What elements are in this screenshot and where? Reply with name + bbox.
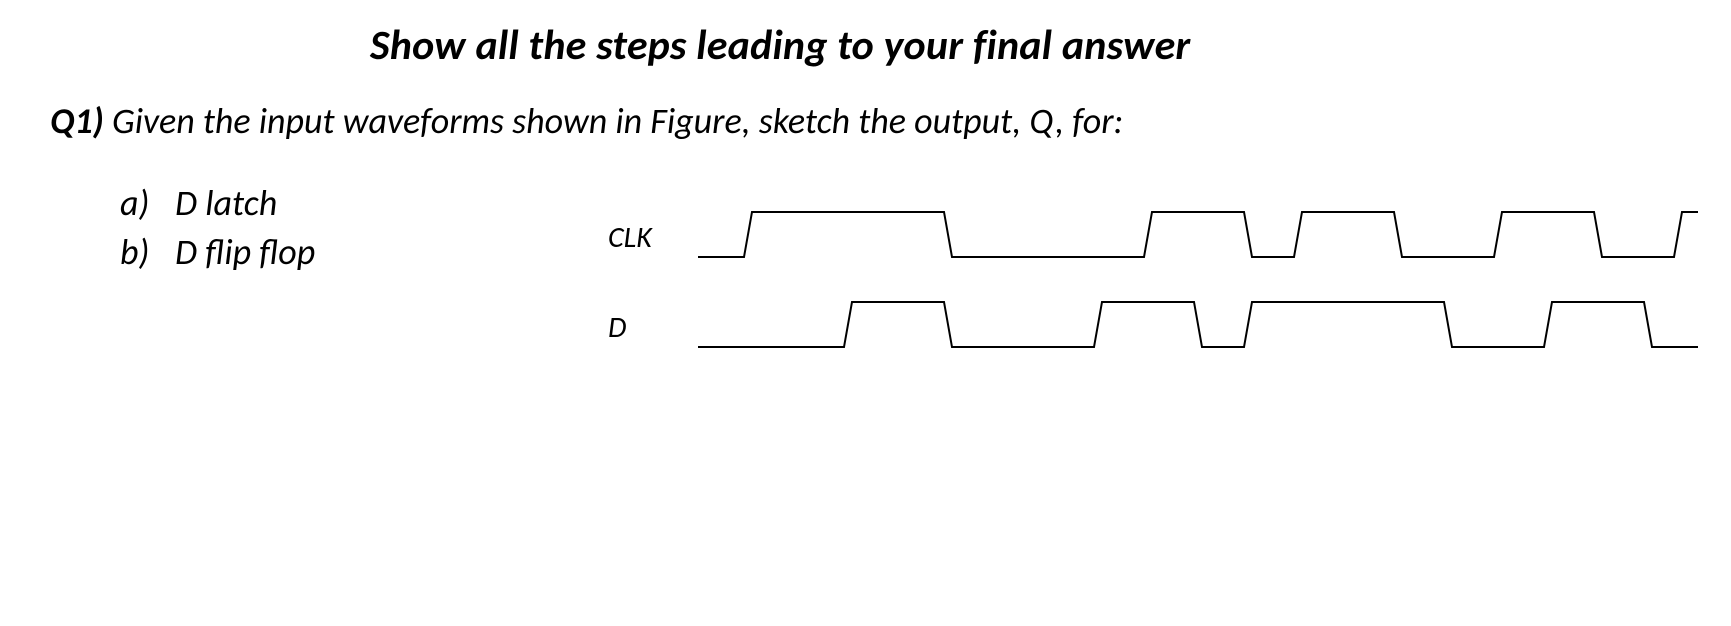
clk-label: CLK — [608, 219, 698, 256]
option-a-letter: a) — [120, 179, 175, 228]
question-text: Q1) Given the input waveforms shown in F… — [50, 99, 1681, 143]
question-label: Q1) — [50, 99, 104, 143]
option-b-letter: b) — [120, 228, 175, 277]
d-label: D — [608, 309, 698, 346]
option-b-text: D flip flop — [175, 230, 315, 274]
d-waveform — [698, 292, 1698, 362]
timing-diagram: CLK D — [608, 192, 1708, 372]
page-heading: Show all the steps leading to your final… — [370, 20, 1681, 71]
clk-row: CLK — [608, 192, 1708, 282]
d-row: D — [608, 282, 1708, 372]
clk-waveform — [698, 202, 1698, 272]
document-page: Show all the steps leading to your final… — [0, 0, 1731, 626]
option-a-text: D latch — [175, 181, 277, 225]
question-body: Given the input waveforms shown in Figur… — [104, 99, 1123, 143]
